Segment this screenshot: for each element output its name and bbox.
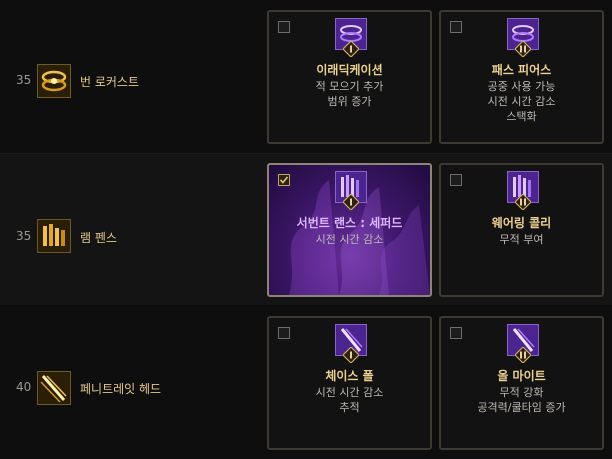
talent-description: 시전 시간 감소 (269, 232, 430, 247)
eradication-icon (335, 18, 367, 57)
talent-title: 패스 피어스 (491, 63, 552, 77)
talent-desc-line: 추적 (339, 401, 360, 414)
talent-checkbox[interactable] (450, 327, 462, 339)
skill-row-ram-fence: 35 램 펜스 서번트 랜스: 세퍼드 시전 시간 감소 웨어링 콜리 무적 … (0, 153, 612, 306)
servant-lance-icon (335, 171, 367, 210)
talent-checkbox[interactable] (450, 21, 462, 33)
skill-name: 번 로커스트 (80, 75, 140, 89)
ram-fence-icon (37, 219, 71, 253)
tier-one-badge-icon (343, 347, 359, 363)
tier-two-badge-icon (515, 347, 531, 363)
all-might-icon (507, 324, 539, 363)
talent-description: 공중 사용 가능 시전 시간 감소 스택화 (441, 79, 602, 124)
skill-name: 페니트레잇 헤드 (80, 382, 162, 396)
talent-desc-line: 공격력/쿨타임 증가 (477, 401, 566, 414)
skill-row-penetrate-head: 40 페니트레잇 헤드 체이스 폴 시전 시간 감소 추적 올 마이트 무적 강… (0, 305, 612, 459)
talent-title: 이래딕케이션 (316, 63, 383, 77)
talent-title: 올 마이트 (497, 369, 546, 383)
talent-title: 체이스 폴 (325, 369, 374, 383)
tier-one-badge-icon (343, 41, 359, 57)
talent-description: 무적 부여 (441, 232, 602, 247)
talent-card-wearing-collie[interactable]: 웨어링 콜리 무적 부여 (439, 163, 604, 297)
tier-one-badge-icon (343, 194, 359, 210)
talent-desc-line: 시전 시간 감소 (487, 95, 556, 108)
talent-desc-line: 무적 부여 (499, 233, 544, 246)
talent-desc-line: 시전 시간 감소 (315, 386, 384, 399)
talent-title: 웨어링 콜리 (491, 216, 552, 230)
tier-two-badge-icon (515, 41, 531, 57)
chase-fall-icon (335, 324, 367, 363)
talent-checkbox[interactable] (278, 327, 290, 339)
talent-title: 서번트 랜스 : 세퍼드 (296, 216, 403, 230)
talent-checkbox[interactable] (278, 21, 290, 33)
talent-description: 무적 강화 공격력/쿨타임 증가 (441, 385, 602, 415)
talent-desc-line: 시전 시간 감소 (315, 233, 384, 246)
talent-desc-line: 스택화 (506, 110, 537, 123)
talent-card-path-pierce[interactable]: 패스 피어스 공중 사용 가능 시전 시간 감소 스택화 (439, 10, 604, 144)
penetrate-head-icon (37, 371, 71, 405)
talent-desc-line: 무적 강화 (499, 386, 544, 399)
tier-two-badge-icon (515, 194, 531, 210)
talent-desc-line: 적 모으기 추가 (315, 80, 384, 93)
talent-description: 적 모으기 추가 범위 증가 (269, 79, 430, 109)
talent-card-all-might[interactable]: 올 마이트 무적 강화 공격력/쿨타임 증가 (439, 316, 604, 450)
burn-locust-icon (37, 64, 71, 98)
talent-checkbox[interactable] (450, 174, 462, 186)
skill-name: 램 펜스 (80, 231, 117, 245)
talent-card-eradication[interactable]: 이래딕케이션 적 모으기 추가 범위 증가 (267, 10, 432, 144)
path-pierce-icon (507, 18, 539, 57)
skill-row-burn-locust: 35 번 로커스트 이래딕케이션 적 모으기 추가 범위 증가 패스 피어스 공… (0, 0, 612, 153)
talent-card-chase-fall[interactable]: 체이스 폴 시전 시간 감소 추적 (267, 316, 432, 450)
talent-desc-line: 범위 증가 (327, 95, 372, 108)
talent-card-servant-lance[interactable]: 서번트 랜스 : 세퍼드 시전 시간 감소 (267, 163, 432, 297)
talent-description: 시전 시간 감소 추적 (269, 385, 430, 415)
talent-checkbox-checked[interactable] (278, 174, 290, 186)
wearing-collie-icon (507, 171, 539, 210)
checkmark-icon (279, 176, 289, 184)
talent-desc-line: 공중 사용 가능 (487, 80, 556, 93)
